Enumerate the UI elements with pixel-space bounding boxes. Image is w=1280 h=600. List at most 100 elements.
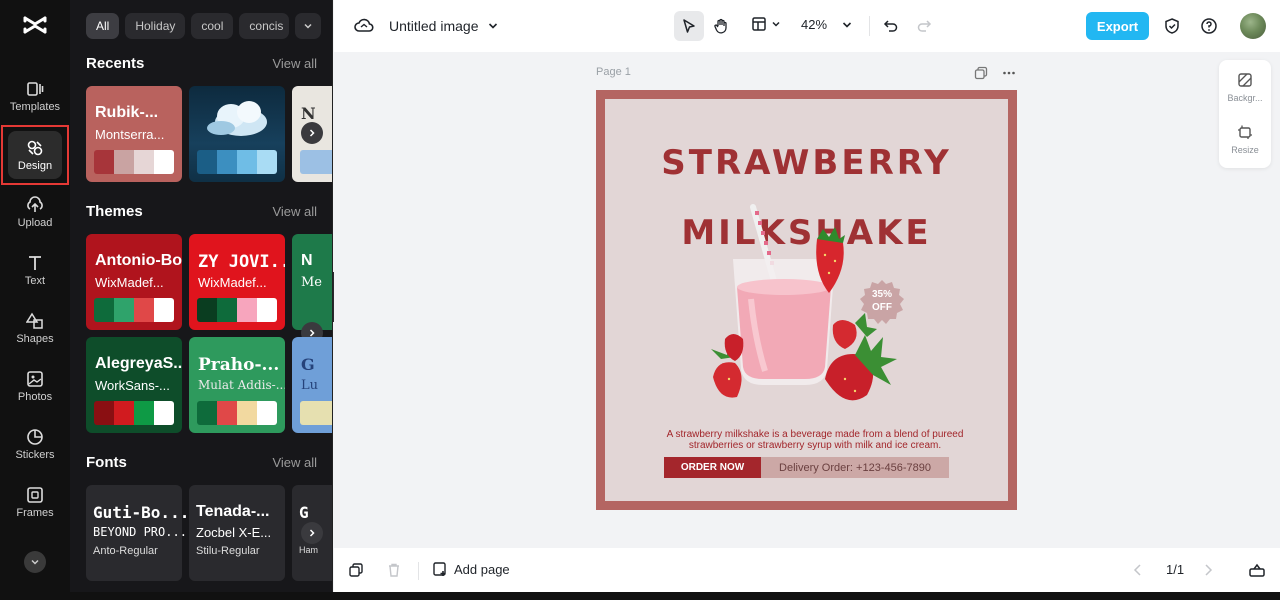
background-icon xyxy=(1238,73,1252,87)
rail-label: Stickers xyxy=(15,449,55,461)
resize-label: Resize xyxy=(1231,145,1259,155)
redo-button[interactable] xyxy=(909,11,939,41)
background-label: Backgr... xyxy=(1227,93,1263,103)
avatar[interactable] xyxy=(1240,13,1266,39)
stickers-icon xyxy=(25,427,45,447)
rail-item-photos[interactable]: Photos xyxy=(0,360,70,412)
design-canvas[interactable]: STRAWBERRY MILKSHAKE 35% OFF A strawberr… xyxy=(596,90,1017,510)
headline-strawberry[interactable]: STRAWBERRY xyxy=(605,143,1008,183)
description-text[interactable]: A strawberry milkshake is a beverage mad… xyxy=(645,429,985,451)
recent-card[interactable]: Rubik-... Montserra... xyxy=(86,86,182,182)
color-swatches xyxy=(197,150,277,174)
rail-label: Frames xyxy=(16,507,54,519)
select-tool-button[interactable] xyxy=(674,11,704,41)
recent-card[interactable] xyxy=(189,86,285,182)
chevron-down-icon xyxy=(772,21,780,27)
shield-icon[interactable] xyxy=(1163,17,1181,35)
layout-dropdown[interactable] xyxy=(751,16,781,32)
card-subtitle: Mulat Addis-... xyxy=(198,378,285,392)
theme-card[interactable]: ZY JOVI... WixMadef... xyxy=(189,234,285,330)
hand-icon xyxy=(714,18,727,34)
chips-expand-button[interactable] xyxy=(295,13,322,39)
design-inner: STRAWBERRY MILKSHAKE 35% OFF A strawberr… xyxy=(605,99,1008,501)
delivery-info[interactable]: Delivery Order: +123-456-7890 xyxy=(761,457,949,478)
page-label: Page 1 xyxy=(596,66,631,78)
text-icon xyxy=(25,253,45,273)
trash-icon[interactable] xyxy=(386,562,402,583)
card-subtitle: WorkSans-... xyxy=(95,378,170,393)
chevron-down-icon xyxy=(31,559,39,565)
font-card[interactable]: Guti-Bo... BEYOND PRO... Anto-Regular xyxy=(86,485,189,581)
chip-holiday[interactable]: Holiday xyxy=(125,13,186,39)
add-page-label: Add page xyxy=(454,561,510,577)
theme-card[interactable]: Praho-... Mulat Addis-... xyxy=(189,337,285,433)
design-panel: All Holiday cool concis Recents View all… xyxy=(70,0,333,592)
theme-card[interactable]: G Lu xyxy=(292,337,332,433)
card-title: Rubik-... xyxy=(95,104,159,121)
resize-button[interactable]: Resize xyxy=(1219,124,1271,155)
rail-item-frames[interactable]: Frames xyxy=(0,476,70,528)
chip-concise[interactable]: concis xyxy=(239,13,290,39)
rail-item-text[interactable]: Text xyxy=(0,244,70,296)
card-subtitle: Montserra... xyxy=(95,127,165,142)
font-card-line-2: BEYOND PRO... xyxy=(93,525,187,539)
card-title: N xyxy=(301,104,316,123)
canvas-area: Page 1 STRAWBERRY MILKSHAKE 35% OFF A st… xyxy=(334,52,1280,548)
capcut-logo-icon[interactable] xyxy=(22,12,48,38)
card-title: Praho-... xyxy=(198,355,280,375)
hand-tool-button[interactable] xyxy=(706,11,736,41)
color-swatches xyxy=(94,298,174,322)
duplicate-icon[interactable] xyxy=(348,562,364,583)
zoom-dropdown[interactable]: 42% xyxy=(801,17,853,32)
rail-label: Design xyxy=(17,160,53,172)
rail-item-shapes[interactable]: Shapes xyxy=(0,302,70,354)
undo-button[interactable] xyxy=(876,11,906,41)
theme-card[interactable]: AlegreyaS... WorkSans-... xyxy=(86,337,182,433)
color-swatches xyxy=(197,298,277,322)
more-options-icon[interactable] xyxy=(1002,66,1016,80)
cloud-image xyxy=(207,101,267,136)
help-icon[interactable] xyxy=(1200,17,1218,35)
theme-card[interactable]: N Me xyxy=(292,234,332,330)
cloud-sync-icon[interactable] xyxy=(354,16,374,36)
chevron-right-icon xyxy=(309,529,315,537)
rail-item-upload[interactable]: Upload xyxy=(0,186,70,238)
font-card[interactable]: Tenada-... Zocbel X-E... Stilu-Regular xyxy=(189,485,285,581)
card-title: ZY JOVI... xyxy=(198,252,285,272)
rail-label: Upload xyxy=(17,217,53,229)
font-card-line-3: Ham xyxy=(299,545,319,555)
order-now-button[interactable]: ORDER NOW xyxy=(664,457,761,478)
theme-card[interactable]: Antonio-Bold WixMadef... xyxy=(86,234,182,330)
color-swatches xyxy=(300,401,332,425)
toolbar-divider xyxy=(869,16,870,36)
color-swatches xyxy=(94,401,174,425)
previous-page-icon[interactable] xyxy=(1132,563,1144,582)
filter-chips: All Holiday cool concis xyxy=(86,13,322,39)
fonts-title: Fonts xyxy=(86,454,127,471)
recents-next-button[interactable] xyxy=(301,122,323,144)
left-rail: Templates Design Upload Text Shapes Phot… xyxy=(0,0,70,592)
themes-view-all-link[interactable]: View all xyxy=(272,204,317,219)
fonts-view-all-link[interactable]: View all xyxy=(272,455,317,470)
rail-item-design[interactable]: Design xyxy=(1,125,69,185)
document-title-dropdown[interactable]: Untitled image xyxy=(389,18,499,34)
duplicate-page-icon[interactable] xyxy=(974,66,988,80)
discount-badge[interactable]: 35% OFF xyxy=(859,279,905,325)
chip-cool[interactable]: cool xyxy=(191,13,234,39)
page-manager-icon[interactable] xyxy=(1248,562,1266,583)
next-page-icon[interactable] xyxy=(1202,563,1214,582)
font-card-line-1: Guti-Bo... xyxy=(93,503,190,522)
rail-more-button[interactable] xyxy=(24,551,46,573)
fonts-next-button[interactable] xyxy=(301,522,323,544)
bottom-divider xyxy=(418,562,419,580)
undo-icon xyxy=(883,20,898,32)
background-button[interactable]: Backgr... xyxy=(1219,72,1271,103)
add-page-button[interactable]: Add page xyxy=(432,561,510,577)
rail-item-stickers[interactable]: Stickers xyxy=(0,418,70,470)
export-button[interactable]: Export xyxy=(1086,12,1149,40)
recents-view-all-link[interactable]: View all xyxy=(272,56,317,71)
rail-item-templates[interactable]: Templates xyxy=(0,70,70,122)
chip-all[interactable]: All xyxy=(86,13,120,39)
card-title: N xyxy=(301,252,313,269)
resize-icon xyxy=(1238,125,1252,139)
